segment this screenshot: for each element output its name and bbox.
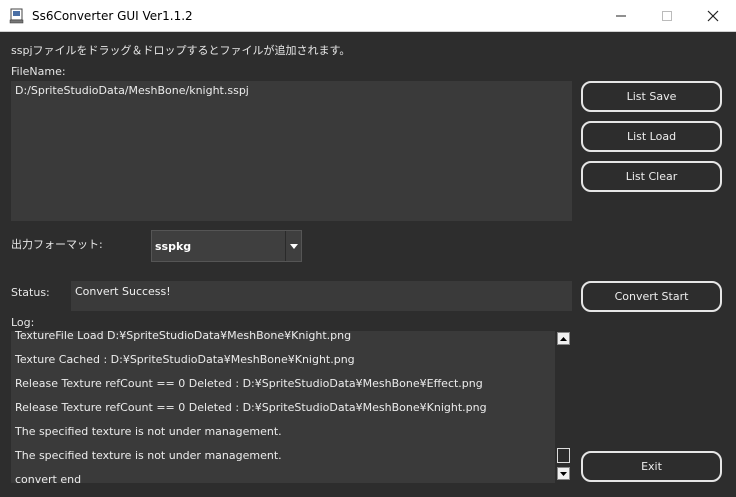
close-icon (707, 10, 719, 22)
log-line: convert end (15, 473, 82, 483)
minimize-button[interactable] (598, 0, 644, 32)
window-title: Ss6Converter GUI Ver1.1.2 (32, 9, 193, 23)
log-line: The specified texture is not under manag… (15, 425, 282, 438)
file-list-item[interactable]: D:/SpriteStudioData/MeshBone/knight.sspj (15, 84, 249, 97)
title-bar: Ss6Converter GUI Ver1.1.2 (0, 0, 736, 32)
log-line: Texture Cached : D:¥SpriteStudioData¥Mes… (15, 353, 355, 366)
convert-start-button[interactable]: Convert Start (581, 281, 722, 312)
list-load-button[interactable]: List Load (581, 121, 722, 152)
maximize-icon (662, 11, 672, 21)
log-line: Release Texture refCount == 0 Deleted : … (15, 401, 487, 414)
app-icon (9, 8, 25, 24)
log-line: TextureFile Load D:¥SpriteStudioData¥Mes… (15, 331, 352, 342)
log-line: The specified texture is not under manag… (15, 449, 282, 462)
scrollbar-thumb[interactable] (557, 448, 570, 463)
log-box[interactable]: TextureFile Load D:¥SpriteStudioData¥Mes… (11, 331, 572, 483)
status-value: Convert Success! (75, 285, 171, 298)
dropdown-arrow-icon[interactable] (285, 231, 301, 261)
log-scrollbar[interactable] (555, 331, 572, 483)
scroll-up-arrow-icon[interactable] (557, 332, 570, 345)
log-label: Log: (11, 316, 35, 329)
format-label: 出力フォーマット: (11, 238, 103, 251)
status-box: Convert Success! (71, 281, 572, 311)
file-list[interactable]: D:/SpriteStudioData/MeshBone/knight.sspj (11, 81, 572, 221)
filename-label: FileName: (11, 65, 66, 78)
maximize-button[interactable] (644, 0, 690, 32)
status-label: Status: (11, 286, 50, 299)
log-line: Release Texture refCount == 0 Deleted : … (15, 377, 483, 390)
exit-button[interactable]: Exit (581, 451, 722, 482)
log-lines: TextureFile Load D:¥SpriteStudioData¥Mes… (15, 331, 555, 483)
instruction-text: sspjファイルをドラッグ＆ドロップするとファイルが追加されます。 (11, 44, 351, 57)
list-save-button[interactable]: List Save (581, 81, 722, 112)
scroll-down-arrow-icon[interactable] (557, 467, 570, 480)
format-selected-value: sspkg (155, 240, 192, 253)
minimize-icon (616, 15, 626, 17)
format-select[interactable]: sspkg (151, 230, 302, 262)
close-button[interactable] (690, 0, 736, 32)
list-clear-button[interactable]: List Clear (581, 161, 722, 192)
